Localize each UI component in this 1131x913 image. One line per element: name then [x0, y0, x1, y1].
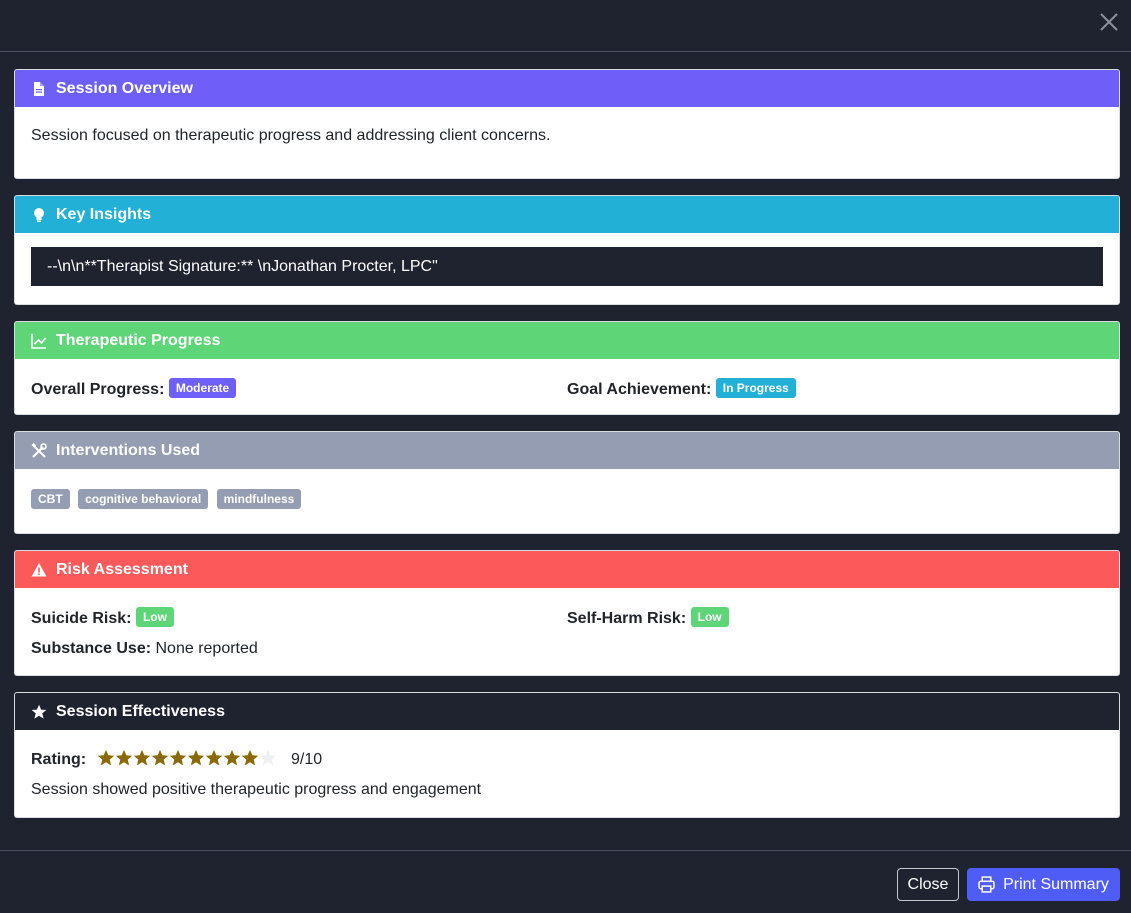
session-overview-card: Session Overview Session focused on ther…	[14, 69, 1120, 179]
substance-use-label: Substance Use:	[31, 640, 152, 657]
lightbulb-icon	[30, 206, 48, 224]
self-harm-risk-label: Self-Harm Risk:	[567, 610, 687, 627]
close-button[interactable]: Close	[897, 868, 959, 901]
warning-icon	[30, 561, 48, 579]
goal-achievement-label: Goal Achievement:	[567, 381, 712, 398]
tools-icon	[30, 442, 48, 460]
key-insights-header: Key Insights	[15, 196, 1119, 233]
document-icon	[30, 80, 48, 98]
therapeutic-progress-title: Therapeutic Progress	[56, 331, 221, 349]
close-icon[interactable]	[1097, 10, 1121, 34]
star-filled-icon	[151, 749, 169, 767]
key-insights-title: Key Insights	[56, 205, 152, 223]
star-icon	[30, 703, 48, 721]
session-effectiveness-header: Session Effectiveness	[15, 693, 1119, 730]
star-filled-icon	[205, 749, 223, 767]
print-summary-button[interactable]: Print Summary	[967, 868, 1120, 901]
intervention-tag: cognitive behavioral	[78, 489, 209, 509]
suicide-risk-badge: Low	[135, 607, 174, 627]
risk-assessment-card: Risk Assessment Suicide Risk: Low Self-H…	[14, 550, 1120, 676]
rating-label: Rating:	[31, 751, 87, 768]
rating-row: Rating: 9/10	[31, 749, 1103, 769]
star-filled-icon	[115, 749, 133, 767]
session-effectiveness-title: Session Effectiveness	[56, 702, 225, 720]
goal-achievement-badge: In Progress	[715, 378, 796, 398]
key-insights-text: --\n\n**Therapist Signature:** \nJonatha…	[31, 247, 1103, 286]
substance-use-value: None reported	[155, 640, 258, 657]
modal-header	[0, 0, 1131, 52]
rating-text: 9/10	[291, 751, 323, 768]
interventions-card: Interventions Used CBT cognitive behavio…	[14, 431, 1120, 534]
star-filled-icon	[187, 749, 205, 767]
session-effectiveness-card: Session Effectiveness Rating: 9/10 Sessi…	[14, 692, 1120, 818]
overall-progress-label: Overall Progress:	[31, 381, 165, 398]
session-overview-header: Session Overview	[15, 70, 1119, 107]
session-overview-text: Session focused on therapeutic progress …	[31, 127, 551, 144]
self-harm-risk: Self-Harm Risk: Low	[567, 607, 1103, 628]
suicide-risk-label: Suicide Risk:	[31, 610, 132, 627]
star-empty-icon	[259, 749, 277, 767]
suicide-risk: Suicide Risk: Low	[31, 607, 567, 628]
intervention-tag: mindfulness	[216, 489, 302, 509]
substance-use: Substance Use: None reported	[31, 640, 1103, 658]
effectiveness-note: Session showed positive therapeutic prog…	[31, 781, 482, 798]
star-filled-icon	[97, 749, 115, 767]
risk-assessment-title: Risk Assessment	[56, 560, 188, 578]
rating-stars	[97, 749, 277, 767]
overall-progress: Overall Progress: Moderate	[31, 378, 567, 399]
interventions-title: Interventions Used	[56, 441, 201, 459]
therapeutic-progress-card: Therapeutic Progress Overall Progress: M…	[14, 321, 1120, 415]
star-filled-icon	[223, 749, 241, 767]
therapeutic-progress-header: Therapeutic Progress	[15, 322, 1119, 359]
interventions-header: Interventions Used	[15, 432, 1119, 469]
print-summary-label: Print Summary	[1003, 875, 1109, 893]
risk-assessment-header: Risk Assessment	[15, 551, 1119, 588]
star-filled-icon	[133, 749, 151, 767]
intervention-tag: CBT	[31, 489, 70, 509]
printer-icon	[978, 876, 995, 893]
star-filled-icon	[241, 749, 259, 767]
star-filled-icon	[169, 749, 187, 767]
overall-progress-badge: Moderate	[168, 378, 237, 398]
chart-line-icon	[30, 332, 48, 350]
self-harm-risk-badge: Low	[690, 607, 729, 627]
modal-footer: Close Print Summary	[0, 850, 1131, 913]
goal-achievement: Goal Achievement: In Progress	[567, 378, 1103, 399]
session-overview-title: Session Overview	[56, 79, 193, 97]
key-insights-card: Key Insights --\n\n**Therapist Signature…	[14, 195, 1120, 305]
